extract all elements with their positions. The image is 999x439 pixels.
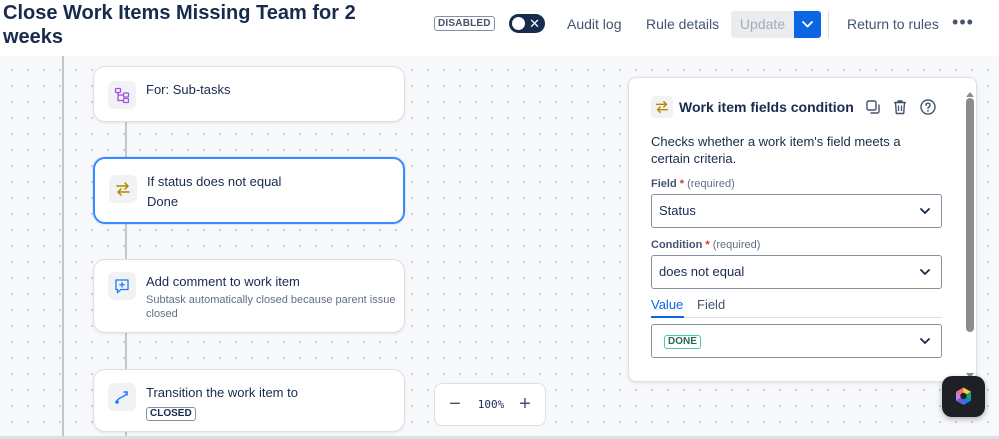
- required-mark: *: [679, 178, 685, 190]
- branch-icon: [114, 87, 130, 104]
- condition-label-row: Condition * (required): [651, 238, 760, 252]
- field-label-row: Field * (required): [651, 177, 735, 191]
- comment-add-icon: [115, 279, 129, 294]
- done-lozenge: DONE: [664, 335, 701, 349]
- panel-description: Checks whether a work item's field meets…: [651, 134, 901, 166]
- node-title: For: Sub-tasks: [146, 82, 231, 97]
- flow-connector: [125, 332, 127, 370]
- condition-select-value: does not equal: [659, 264, 745, 279]
- component-config-panel: Work item fields condition Checks whethe…: [628, 77, 977, 382]
- required-hint: (required): [712, 239, 761, 251]
- assistant-logo-icon: [956, 387, 971, 405]
- audit-log-button[interactable]: Audit log: [567, 12, 621, 36]
- transition-icon-wrap: [108, 383, 136, 411]
- flow-connector: [125, 224, 127, 260]
- scrollbar-thumb[interactable]: [966, 98, 974, 332]
- rule-title: Close Work Items Missing Team for 2 week…: [3, 2, 356, 48]
- node-title: If status does not equal: [147, 174, 282, 189]
- value-select[interactable]: DONE: [651, 324, 942, 358]
- top-bar: Close Work Items Missing Team for 2 week…: [0, 0, 999, 56]
- return-to-rules-button[interactable]: Return to rules: [847, 12, 939, 36]
- status-lozenge: CLOSED: [146, 407, 196, 421]
- chevron-down-icon: [920, 338, 930, 344]
- rule-details-button[interactable]: Rule details: [646, 12, 719, 36]
- zoom-in-button[interactable]: +: [514, 393, 536, 415]
- condition-icon-wrap: [651, 96, 673, 118]
- help-icon[interactable]: [919, 98, 937, 116]
- flow-node-for-subtasks[interactable]: For: Sub-tasks: [93, 66, 405, 122]
- trash-icon[interactable]: [891, 98, 909, 116]
- chevron-down-icon: [802, 21, 813, 28]
- condition-swap-icon: [116, 182, 130, 196]
- flow-node-transition[interactable]: Transition the work item to CLOSED: [93, 369, 405, 432]
- panel-title: Work item fields condition: [679, 99, 854, 115]
- field-label: Field: [651, 178, 677, 190]
- ai-assistant-button[interactable]: [942, 376, 985, 417]
- condition-swap-icon: [655, 100, 669, 114]
- value-field-tabs: Value Field: [651, 296, 942, 318]
- flow-node-add-comment[interactable]: Add comment to work item Subtask automat…: [93, 259, 405, 333]
- more-options-icon[interactable]: •••: [952, 12, 974, 36]
- zoom-out-button[interactable]: −: [444, 393, 466, 415]
- transition-icon: [115, 391, 128, 404]
- node-subtitle: Subtask automatically closed because par…: [146, 294, 396, 320]
- chevron-down-icon: [920, 208, 930, 214]
- node-title: Add comment to work item: [146, 274, 300, 289]
- condition-select[interactable]: does not equal: [651, 255, 942, 289]
- header-divider: [828, 11, 829, 38]
- update-button[interactable]: Update: [731, 11, 794, 38]
- duplicate-icon[interactable]: [864, 98, 882, 116]
- rule-enable-toggle[interactable]: ✕: [509, 14, 545, 33]
- branch-icon-wrap: [108, 81, 136, 109]
- tab-field[interactable]: Field: [697, 296, 725, 314]
- active-tab-indicator: [651, 316, 684, 318]
- field-select-value: Status: [659, 203, 696, 218]
- zoom-level: 100%: [477, 398, 505, 411]
- update-dropdown-button[interactable]: [794, 11, 821, 38]
- node-subtitle: Done: [147, 194, 179, 209]
- node-title: Transition the work item to: [146, 385, 298, 400]
- comment-icon-wrap: [108, 272, 136, 300]
- close-icon: ✕: [529, 16, 540, 31]
- tab-value[interactable]: Value: [651, 296, 683, 314]
- status-badge: DISABLED: [434, 16, 495, 31]
- scroll-up-arrow[interactable]: [966, 92, 974, 97]
- condition-label: Condition: [651, 239, 703, 251]
- required-mark: *: [705, 239, 710, 251]
- flow-node-if-status[interactable]: If status does not equal Done: [93, 157, 405, 224]
- flow-connector: [125, 122, 127, 158]
- field-select[interactable]: Status: [651, 194, 942, 228]
- required-hint: (required): [687, 178, 735, 190]
- flow-rail: [62, 56, 64, 439]
- zoom-control: − 100% +: [434, 383, 546, 426]
- panel-scrollbar[interactable]: [964, 92, 975, 378]
- chevron-down-icon: [920, 269, 930, 275]
- condition-icon-wrap: [109, 175, 137, 203]
- status-lozenge-wrap: CLOSED: [146, 403, 196, 421]
- toggle-knob: [512, 17, 525, 30]
